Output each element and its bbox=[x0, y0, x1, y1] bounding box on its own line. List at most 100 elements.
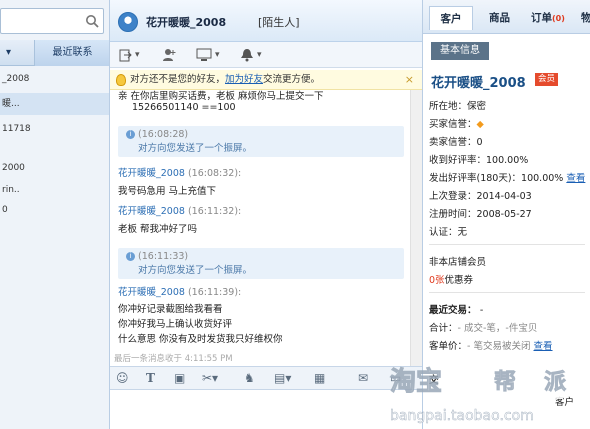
contact-item[interactable]: 2000 bbox=[0, 157, 109, 179]
calculator-icon[interactable]: ▦ bbox=[314, 371, 325, 385]
friend-notice-bar: 对方还不是您的好友，加为好友交流更方便。 × bbox=[110, 70, 422, 90]
search-input[interactable] bbox=[0, 8, 104, 34]
message-text: 你冲好我马上确认收货好评 bbox=[118, 319, 233, 330]
tab-logistics[interactable]: 物 bbox=[581, 10, 590, 25]
contact-item[interactable]: _2008 bbox=[0, 68, 109, 90]
chat-header: 花开暖暖_2008 [陌生人] bbox=[110, 0, 422, 42]
emoji-icon[interactable]: ☺ bbox=[116, 371, 129, 385]
total-label: 合计： bbox=[429, 323, 458, 334]
message-sender: 花开暖暖_2008 bbox=[118, 168, 185, 179]
view-link[interactable]: 查看 bbox=[566, 173, 585, 184]
location: 所在地：保密 bbox=[429, 101, 487, 112]
last-login: 上次登录：2014-04-03 bbox=[429, 191, 532, 202]
message-time: (16:11:33) bbox=[138, 251, 189, 262]
info-icon: i bbox=[126, 252, 135, 261]
tab-customer[interactable]: 客户 bbox=[429, 6, 473, 30]
message-time: (16:11:39): bbox=[187, 287, 242, 298]
quick-reply-icon[interactable]: ▤▾ bbox=[274, 371, 291, 385]
order-count-badge: (0) bbox=[552, 14, 565, 23]
input-toolbar: ☺ T ▣ ✂▾ ♞ ▤▾ ▦ ✉ ▭ bbox=[110, 366, 422, 390]
message-text: 我号码急用 马上充值下 bbox=[118, 186, 217, 197]
tab-products[interactable]: 商品 bbox=[489, 10, 510, 25]
stranger-tag: [陌生人] bbox=[258, 16, 300, 29]
message-text: 老板 帮我冲好了吗 bbox=[118, 224, 198, 235]
tab-orders[interactable]: 订单(0) bbox=[531, 10, 565, 25]
recent-trade-label: 最近交易： bbox=[429, 305, 477, 316]
screenshot-icon[interactable]: ✂▾ bbox=[202, 371, 218, 385]
view-link[interactable]: 查看 bbox=[534, 341, 553, 352]
add-friend-button[interactable] bbox=[162, 46, 176, 64]
shake-icon[interactable]: ♞ bbox=[244, 371, 255, 385]
chevron-down-icon[interactable]: ▾ bbox=[6, 40, 11, 66]
chat-contact-name: 花开暖暖_2008 bbox=[146, 16, 227, 29]
close-icon[interactable]: × bbox=[405, 70, 414, 90]
sent-rate-text: 发出好评率(180天)：100.00% bbox=[429, 173, 564, 184]
system-message: i (16:11:33) 对方向您发送了一个振屏。 bbox=[118, 248, 404, 279]
message-time: (16:08:28) bbox=[138, 129, 189, 140]
remote-assist-button[interactable]: ▾ bbox=[196, 46, 220, 64]
coupon-count: 0张 bbox=[429, 275, 445, 286]
contact-tabs: ▾ 最近联系 bbox=[0, 40, 109, 66]
image-icon[interactable]: ▣ bbox=[174, 371, 185, 385]
unit-price-label: 客单价： bbox=[429, 341, 468, 352]
total-value: - 成交-笔，-件宝贝 bbox=[457, 323, 538, 334]
member-badge: 会员 bbox=[535, 73, 559, 86]
info-icon: i bbox=[126, 130, 135, 139]
contact-item[interactable]: 11718 bbox=[0, 118, 109, 140]
message-time: (16:11:32): bbox=[187, 206, 242, 217]
trade-total: 合计：- 成交-笔，-件宝贝 bbox=[429, 320, 537, 334]
message-sender: 花开暖暖_2008 bbox=[118, 287, 185, 298]
tab-basic-info[interactable]: 基本信息 bbox=[431, 42, 489, 60]
message-header: 花开暖暖_2008 (16:08:32): bbox=[118, 165, 241, 179]
search-icon[interactable] bbox=[85, 14, 99, 28]
recent-trade: 最近交易： - bbox=[429, 302, 483, 316]
buyer-credit: 买家信誉：◆ bbox=[429, 116, 484, 130]
chat-bubble-icon[interactable]: ✉ bbox=[358, 371, 368, 385]
contact-item[interactable]: 0 bbox=[0, 199, 109, 221]
lightbulb-icon bbox=[116, 74, 126, 86]
chat-toolbar: ▾ ▾ ▾ bbox=[110, 42, 422, 68]
message-list: 亲 在你店里购买话费，老板 麻烦你马上提交一下 15266501140 ==10… bbox=[110, 90, 410, 366]
system-message-text: 对方向您发送了一个振屏。 bbox=[138, 143, 253, 154]
tab-orders-label: 订单 bbox=[531, 12, 552, 24]
coupon-label: 优惠券 bbox=[444, 275, 474, 286]
notice-text-post: 交流更方便。 bbox=[263, 74, 321, 85]
add-user-icon bbox=[163, 49, 176, 61]
add-friend-link[interactable]: 加为好友 bbox=[225, 74, 263, 85]
system-message: i (16:08:28) 对方向您发送了一个振屏。 bbox=[118, 126, 404, 157]
font-icon[interactable]: T bbox=[146, 371, 155, 385]
message-header: 花开暖暖_2008 (16:11:32): bbox=[118, 203, 241, 217]
monitor-icon bbox=[196, 48, 212, 61]
coupon-info: 0张优惠券 bbox=[429, 272, 473, 286]
avatar bbox=[118, 12, 138, 32]
divider bbox=[429, 244, 585, 245]
member-type: 非本店铺会员 bbox=[429, 257, 487, 268]
file-transfer-button[interactable]: ▾ bbox=[118, 46, 140, 64]
diamond-icon: ◆ bbox=[476, 119, 484, 130]
message-time: (16:08:32): bbox=[187, 168, 242, 179]
message-text: 亲 在你店里购买话费，老板 麻烦你马上提交一下 bbox=[118, 91, 324, 102]
recent-trade-value: - bbox=[479, 305, 484, 316]
last-message-time: 最后一条消息收于 4:11:55 PM bbox=[114, 354, 233, 364]
contact-item[interactable]: 暖... bbox=[0, 93, 109, 115]
register-time: 注册时间：2008-05-27 bbox=[429, 209, 532, 220]
notice-text-pre: 对方还不是您的好友， bbox=[130, 74, 226, 85]
watermark-url: bangpai.taobao.com bbox=[390, 408, 534, 424]
svg-text:帮: 帮 bbox=[494, 369, 516, 395]
message-input[interactable] bbox=[110, 390, 422, 429]
contact-item[interactable]: rin.. bbox=[0, 179, 109, 201]
message-text: 15266501140 ==100 bbox=[132, 102, 236, 113]
svg-text:派: 派 bbox=[544, 370, 566, 395]
contact-sidebar: ▾ 最近联系 _2008 暖... 11718 2000 rin.. 0 bbox=[0, 0, 110, 429]
unit-price: 客单价：- 笔交易被关闭 查看 bbox=[429, 338, 553, 352]
tab-recent-contacts[interactable]: 最近联系 bbox=[34, 40, 109, 66]
alert-button[interactable]: ▾ bbox=[240, 46, 262, 64]
taobao-bangpai-watermark: 淘宝 帮 派 bangpai.taobao.com bbox=[390, 361, 577, 424]
message-scrollbar[interactable] bbox=[410, 90, 422, 366]
bell-icon bbox=[241, 49, 253, 62]
watermark-brand: 淘宝 bbox=[390, 366, 442, 397]
buyer-credit-label: 买家信誉： bbox=[429, 119, 477, 130]
info-tabs: 客户 商品 订单(0) 物 bbox=[423, 0, 590, 34]
received-rate: 收到好评率：100.00% bbox=[429, 155, 529, 166]
auth-status: 认证：无 bbox=[429, 227, 468, 238]
